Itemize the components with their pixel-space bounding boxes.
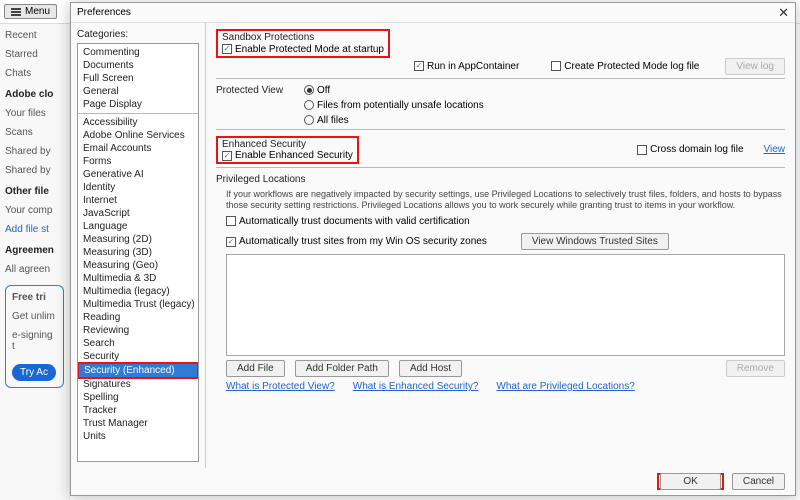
view-trusted-sites-button[interactable]: View Windows Trusted Sites	[521, 233, 669, 250]
category-item[interactable]: Units	[78, 430, 198, 443]
categories-list[interactable]: CommentingDocumentsFull ScreenGeneralPag…	[77, 43, 199, 462]
hamburger-icon	[11, 8, 21, 16]
run-appcontainer-label: Run in AppContainer	[427, 61, 519, 72]
category-item[interactable]: Page Display	[78, 98, 198, 111]
sidebar-header-agree: Agreemen	[5, 245, 64, 256]
add-host-button[interactable]: Add Host	[399, 360, 462, 377]
sidebar-item-sharedby1[interactable]: Shared by	[5, 146, 64, 157]
close-icon[interactable]: ✕	[778, 5, 789, 21]
category-item[interactable]: Adobe Online Services	[78, 129, 198, 142]
category-item[interactable]: Generative AI	[78, 168, 198, 181]
preferences-dialog: Preferences ✕ Categories: CommentingDocu…	[70, 2, 796, 496]
pv-all-radio[interactable]: All files	[304, 115, 349, 126]
category-item[interactable]: JavaScript	[78, 207, 198, 220]
enable-enhanced-security-label: Enable Enhanced Security	[235, 150, 353, 161]
pv-unsafe-label: Files from potentially unsafe locations	[317, 100, 484, 111]
category-item[interactable]: Tracker	[78, 404, 198, 417]
category-item[interactable]: Documents	[78, 59, 198, 72]
trial-card: Free tri Get unlim e-signing t Try Ac	[5, 285, 64, 388]
auto-sites-label: Automatically trust sites from my Win OS…	[239, 236, 487, 247]
category-item[interactable]: Multimedia & 3D	[78, 272, 198, 285]
category-item[interactable]: Full Screen	[78, 72, 198, 85]
menu-button[interactable]: Menu	[4, 4, 57, 19]
category-item[interactable]: Spelling	[78, 391, 198, 404]
category-item[interactable]: Multimedia (legacy)	[78, 285, 198, 298]
remove-button: Remove	[726, 360, 785, 377]
create-log-checkbox[interactable]: Create Protected Mode log file	[551, 61, 699, 72]
category-item[interactable]: Measuring (3D)	[78, 246, 198, 259]
sidebar-item-chats[interactable]: Chats	[5, 68, 64, 79]
category-item[interactable]: Reading	[78, 311, 198, 324]
run-appcontainer-checkbox[interactable]: Run in AppContainer	[414, 61, 519, 72]
sidebar-item-sharedby2[interactable]: Shared by	[5, 165, 64, 176]
category-item[interactable]: Forms	[78, 155, 198, 168]
category-item[interactable]: Security (Enhanced)	[77, 362, 199, 379]
category-item[interactable]: Email Accounts	[78, 142, 198, 155]
category-item[interactable]: Signatures	[78, 378, 198, 391]
category-item[interactable]: Measuring (2D)	[78, 233, 198, 246]
pv-all-label: All files	[317, 115, 349, 126]
link-enhanced-security[interactable]: What is Enhanced Security?	[353, 381, 479, 392]
link-privileged[interactable]: What are Privileged Locations?	[496, 381, 634, 392]
cross-domain-log-label: Cross domain log file	[650, 144, 743, 155]
enable-enhanced-security-checkbox[interactable]: Enable Enhanced Security	[222, 150, 353, 161]
category-item[interactable]: Commenting	[78, 46, 198, 59]
cancel-button[interactable]: Cancel	[732, 473, 785, 490]
add-file-button[interactable]: Add File	[226, 360, 285, 377]
sidebar-item-comp[interactable]: Your comp	[5, 205, 64, 216]
sidebar-header-adobe: Adobe clo	[5, 89, 64, 100]
trial-title: Free tri	[12, 292, 57, 303]
protected-view-label: Protected View	[216, 85, 294, 96]
category-item[interactable]: Search	[78, 337, 198, 350]
auto-cert-label: Automatically trust documents with valid…	[239, 216, 470, 227]
cross-domain-log-checkbox[interactable]: Cross domain log file	[637, 144, 743, 155]
category-item[interactable]: Measuring (Geo)	[78, 259, 198, 272]
category-item[interactable]: Multimedia Trust (legacy)	[78, 298, 198, 311]
categories-label: Categories:	[77, 29, 199, 40]
category-item[interactable]: Reviewing	[78, 324, 198, 337]
sidebar-item-allagree[interactable]: All agreen	[5, 264, 64, 275]
trial-sub1: Get unlim	[12, 311, 57, 322]
enhanced-security-heading: Enhanced Security	[222, 139, 353, 150]
sidebar-add-file[interactable]: Add file st	[5, 224, 64, 235]
sandbox-heading: Sandbox Protections	[222, 32, 384, 43]
sidebar-item-starred[interactable]: Starred	[5, 49, 64, 60]
category-item[interactable]: General	[78, 85, 198, 98]
category-item[interactable]: Identity	[78, 181, 198, 194]
trial-sub2: e-signing t	[12, 330, 57, 352]
pv-off-label: Off	[317, 85, 330, 96]
sidebar-item-scans[interactable]: Scans	[5, 127, 64, 138]
privileged-heading: Privileged Locations	[216, 174, 785, 185]
try-button[interactable]: Try Ac	[12, 364, 56, 381]
enable-protected-mode-checkbox[interactable]: Enable Protected Mode at startup	[222, 44, 384, 55]
category-item[interactable]: Accessibility	[78, 116, 198, 129]
add-folder-button[interactable]: Add Folder Path	[295, 360, 389, 377]
pv-off-radio[interactable]: Off	[304, 85, 330, 96]
privileged-list[interactable]	[226, 254, 785, 356]
category-item[interactable]: Trust Manager	[78, 417, 198, 430]
auto-sites-checkbox[interactable]: Automatically trust sites from my Win OS…	[226, 236, 487, 247]
menu-label: Menu	[25, 6, 50, 17]
ok-button[interactable]: OK	[660, 473, 720, 490]
link-protected-view[interactable]: What is Protected View?	[226, 381, 335, 392]
auto-cert-checkbox[interactable]: Automatically trust documents with valid…	[226, 216, 470, 227]
sidebar-item-recent[interactable]: Recent	[5, 30, 64, 41]
enable-protected-mode-label: Enable Protected Mode at startup	[235, 44, 384, 55]
sidebar-item-files[interactable]: Your files	[5, 108, 64, 119]
sidebar-header-other: Other file	[5, 186, 64, 197]
category-item[interactable]: Internet	[78, 194, 198, 207]
view-link[interactable]: View	[764, 144, 786, 155]
view-log-button: View log	[725, 58, 785, 75]
pv-unsafe-radio[interactable]: Files from potentially unsafe locations	[304, 100, 484, 111]
dialog-title: Preferences	[77, 7, 131, 18]
category-item[interactable]: Language	[78, 220, 198, 233]
privileged-desc: If your workflows are negatively impacte…	[216, 189, 785, 212]
create-log-label: Create Protected Mode log file	[564, 61, 699, 72]
